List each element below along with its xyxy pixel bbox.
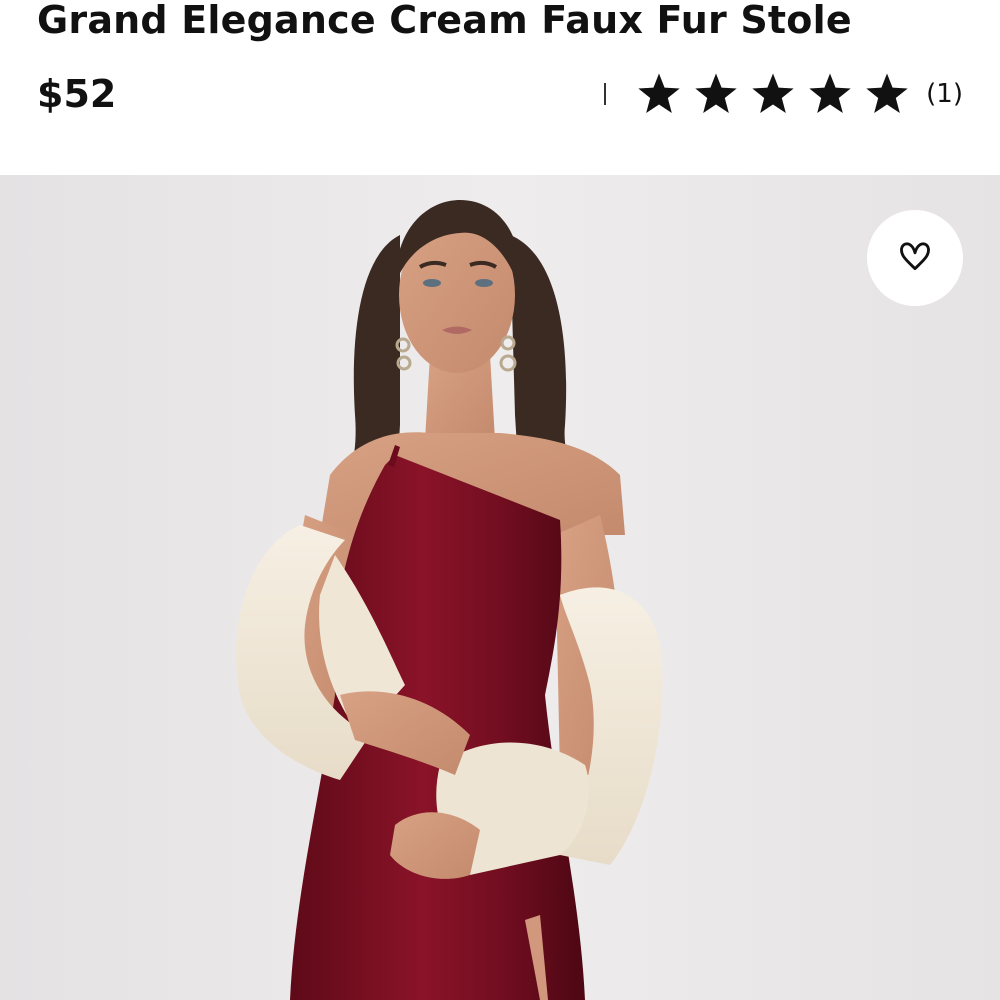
heart-outline-icon xyxy=(896,237,934,279)
star-icon xyxy=(750,72,796,116)
star-icon xyxy=(807,72,853,116)
star-rating xyxy=(636,72,910,116)
star-icon xyxy=(864,72,910,116)
product-page: Grand Elegance Cream Faux Fur Stole $52 xyxy=(0,0,1000,1000)
product-header: Grand Elegance Cream Faux Fur Stole $52 xyxy=(0,0,1000,175)
product-price: $52 xyxy=(37,72,117,116)
model-photo xyxy=(0,175,1000,1000)
review-count[interactable]: (1) xyxy=(926,79,963,109)
product-title: Grand Elegance Cream Faux Fur Stole xyxy=(37,0,852,42)
product-image[interactable] xyxy=(0,175,1000,1000)
favorite-button[interactable] xyxy=(867,210,963,306)
star-icon xyxy=(636,72,682,116)
star-icon xyxy=(693,72,739,116)
product-rating[interactable]: (1) xyxy=(604,72,963,116)
rating-divider xyxy=(604,83,607,105)
